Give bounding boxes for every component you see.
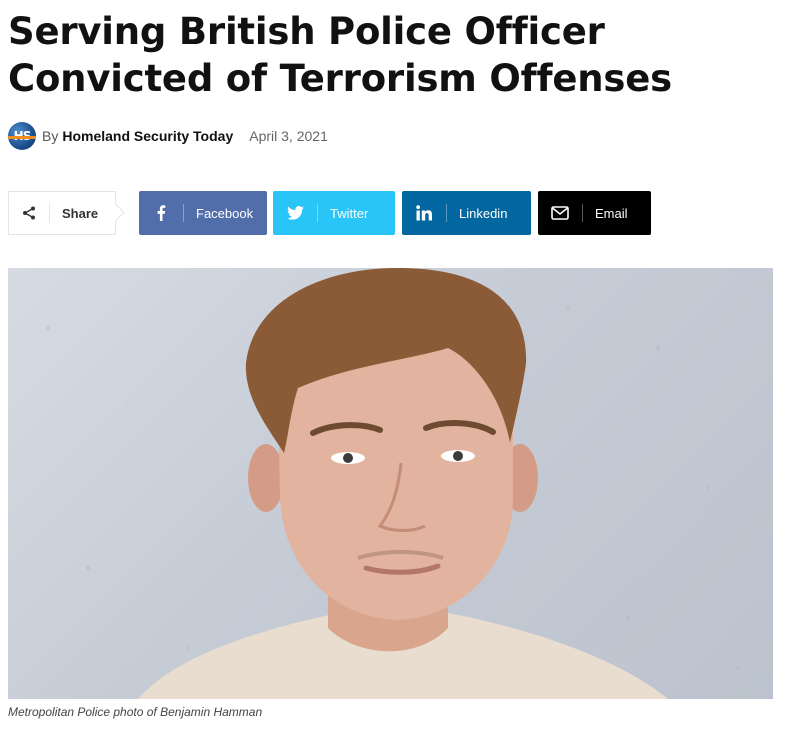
linkedin-label: Linkedin xyxy=(459,205,508,221)
byline-prefix: By xyxy=(42,128,59,144)
linkedin-icon xyxy=(402,205,446,221)
facebook-share-button[interactable]: Facebook xyxy=(139,191,267,235)
author-avatar[interactable]: HS xyxy=(8,122,36,150)
article-meta: HS By Homeland Security Today April 3, 2… xyxy=(8,121,328,151)
mail-icon xyxy=(538,206,582,220)
share-toggle[interactable]: Share xyxy=(8,191,116,235)
facebook-icon xyxy=(139,205,183,221)
share-icon xyxy=(9,192,49,234)
twitter-icon xyxy=(273,206,317,220)
author-link[interactable]: Homeland Security Today xyxy=(62,128,233,144)
article-title: Serving British Police Officer Convicted… xyxy=(8,10,672,100)
publish-date: April 3, 2021 xyxy=(249,128,328,144)
twitter-label: Twitter xyxy=(330,205,369,221)
linkedin-share-button[interactable]: Linkedin xyxy=(402,191,531,235)
email-share-button[interactable]: Email xyxy=(538,191,651,235)
twitter-share-button[interactable]: Twitter xyxy=(273,191,395,235)
article-photo xyxy=(8,268,773,699)
photo-caption: Metropolitan Police photo of Benjamin Ha… xyxy=(8,705,263,719)
share-label: Share xyxy=(62,205,99,221)
facebook-label: Facebook xyxy=(196,205,254,221)
email-label: Email xyxy=(595,205,628,221)
